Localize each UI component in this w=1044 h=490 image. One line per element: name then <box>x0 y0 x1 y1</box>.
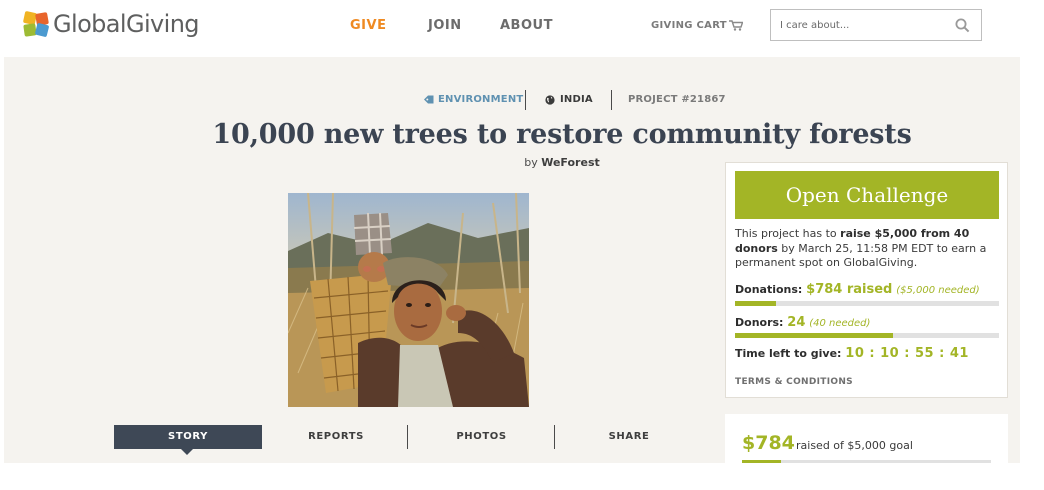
globe-icon <box>545 94 555 105</box>
raised-progress-fill <box>742 460 782 463</box>
donations-stat: Donations: $784 raised ($5,000 needed) <box>735 282 980 297</box>
tab-share[interactable]: SHARE <box>555 425 703 449</box>
donations-label: Donations: <box>735 283 803 296</box>
country-link[interactable]: INDIA <box>545 94 593 105</box>
meta-divider <box>611 90 612 110</box>
raised-goal-label: raised of $5,000 goal <box>796 439 913 452</box>
active-tab-pointer <box>181 449 193 455</box>
challenge-banner: Open Challenge <box>735 171 999 219</box>
donations-needed: ($5,000 needed) <box>896 285 980 296</box>
giving-cart-label: GIVING CART <box>651 20 727 31</box>
donors-progress-fill <box>735 333 894 338</box>
donations-progress-bar <box>735 301 999 306</box>
category-label: ENVIRONMENT <box>438 94 524 105</box>
search-box <box>770 9 982 41</box>
time-left-value: 10 : 10 : 55 : 41 <box>845 346 969 361</box>
byline-prefix: by <box>524 156 538 169</box>
donors-value: 24 <box>787 315 806 330</box>
logo-text: GlobalGiving <box>53 10 200 38</box>
tab-story[interactable]: STORY <box>114 425 262 449</box>
open-challenge-card: Open Challenge This project has to raise… <box>725 162 1008 398</box>
project-panel: ENVIRONMENT INDIA PROJECT #21867 10,000 … <box>4 57 1020 463</box>
donors-progress-bar <box>735 333 999 338</box>
donors-needed: (40 needed) <box>809 318 871 329</box>
organization-link[interactable]: WeForest <box>541 156 600 169</box>
globalgiving-logo[interactable]: GlobalGiving <box>22 10 200 38</box>
raised-amount: $784 <box>742 432 795 454</box>
project-meta: ENVIRONMENT INDIA PROJECT #21867 <box>4 90 1020 110</box>
tag-icon <box>424 95 434 104</box>
project-tabs: STORY REPORTS PHOTOS SHARE <box>114 425 704 455</box>
time-left-label: Time left to give: <box>735 347 842 360</box>
nav-give[interactable]: GIVE <box>350 18 386 33</box>
time-left-stat: Time left to give: 10 : 10 : 55 : 41 <box>735 346 969 361</box>
meta-divider <box>525 90 526 110</box>
raised-summary: $784 raised of $5,000 goal <box>725 414 1008 463</box>
category-link[interactable]: ENVIRONMENT <box>424 94 523 105</box>
nav-about[interactable]: ABOUT <box>500 18 553 33</box>
project-title: 10,000 new trees to restore community fo… <box>212 119 912 150</box>
donors-stat: Donors: 24 (40 needed) <box>735 315 870 330</box>
donors-label: Donors: <box>735 316 784 329</box>
logo-mark-icon <box>22 10 50 38</box>
project-number: PROJECT #21867 <box>628 94 726 105</box>
cart-icon <box>728 20 743 31</box>
project-photo <box>288 193 529 407</box>
site-header: GlobalGiving GIVE JOIN ABOUT GIVING CART <box>0 0 1044 57</box>
raised-progress-bar <box>742 460 991 463</box>
country-label: INDIA <box>560 94 593 105</box>
donations-progress-fill <box>735 301 777 306</box>
donations-value: $784 raised <box>806 282 893 297</box>
search-input[interactable] <box>780 17 950 33</box>
nav-join[interactable]: JOIN <box>428 18 462 33</box>
tab-photos[interactable]: PHOTOS <box>408 425 555 449</box>
search-icon[interactable] <box>955 18 970 33</box>
giving-cart-link[interactable]: GIVING CART <box>651 20 743 31</box>
challenge-description: This project has to raise $5,000 from 40… <box>735 227 987 269</box>
terms-link[interactable]: TERMS & CONDITIONS <box>735 377 853 387</box>
tab-reports[interactable]: REPORTS <box>262 425 410 449</box>
